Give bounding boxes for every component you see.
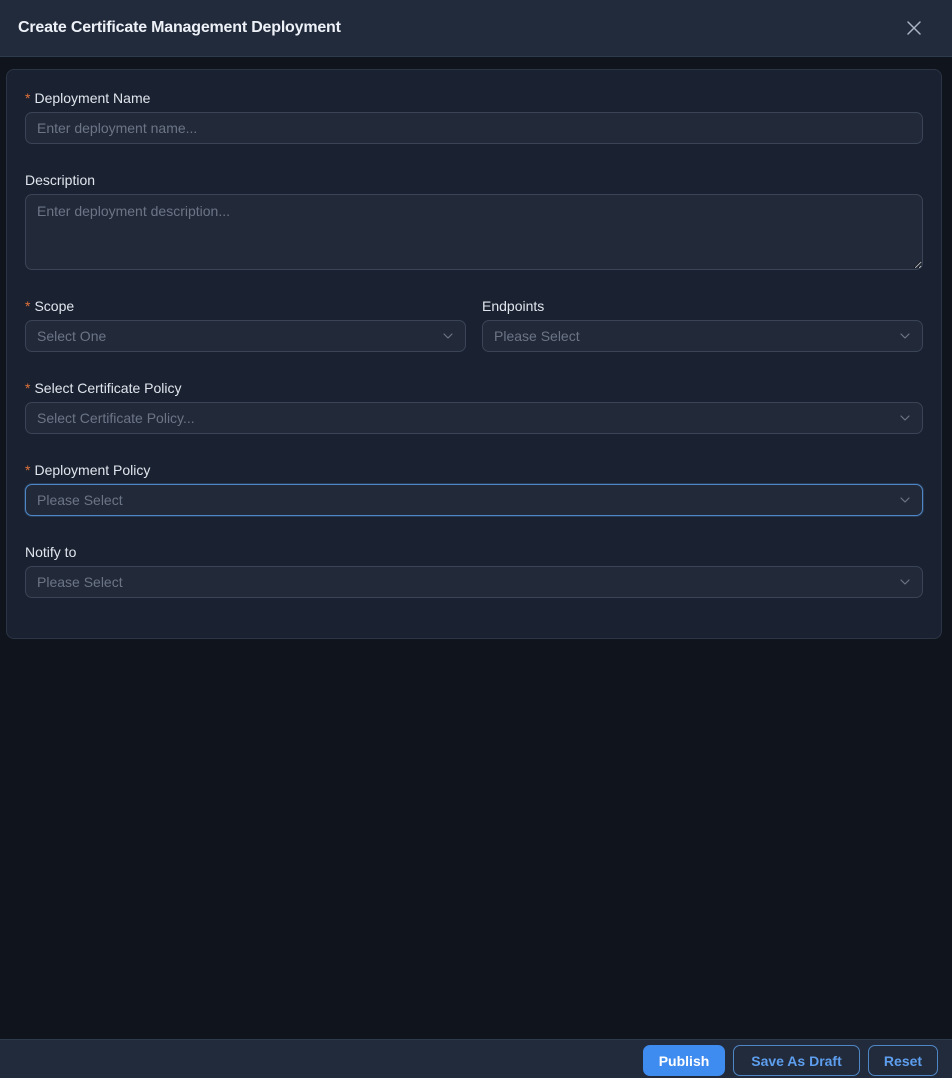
required-mark: * <box>25 298 31 314</box>
label-text: Notify to <box>25 544 77 560</box>
certificate-policy-select[interactable]: Select Certificate Policy... <box>25 402 923 434</box>
notify-to-select[interactable]: Please Select <box>25 566 923 598</box>
label-text: Deployment Policy <box>34 462 151 478</box>
chevron-down-icon <box>443 333 453 339</box>
publish-button[interactable]: Publish <box>643 1045 725 1076</box>
deployment-policy-select[interactable]: Please Select <box>25 484 923 516</box>
deployment-name-input[interactable] <box>25 112 923 144</box>
label-text: Endpoints <box>482 298 545 314</box>
chevron-down-icon <box>900 415 910 421</box>
close-button[interactable] <box>906 20 922 36</box>
scope-label: * Scope <box>25 297 74 315</box>
chevron-down-icon <box>900 579 910 585</box>
dialog: Create Certificate Management Deployment… <box>0 0 952 1078</box>
required-mark: * <box>25 380 31 396</box>
notify-to-label: Notify to <box>25 543 76 561</box>
deployment-form: *Deployment Name Description *Scope Sele… <box>6 69 942 639</box>
notify-to-placeholder: Please Select <box>37 574 123 590</box>
endpoints-select[interactable]: Please Select <box>482 320 923 352</box>
required-mark: * <box>25 462 31 478</box>
deployment-name-label: * Deployment Name <box>25 89 150 107</box>
label-text: Description <box>25 172 96 188</box>
dialog-footer: Publish Save As Draft Reset <box>0 1039 952 1078</box>
endpoints-placeholder: Please Select <box>494 328 580 344</box>
dialog-header: Create Certificate Management Deployment <box>0 0 952 57</box>
chevron-down-icon <box>900 333 910 339</box>
certificate-policy-label: * Select Certificate Policy <box>25 379 182 397</box>
close-icon <box>907 21 921 35</box>
scope-placeholder: Select One <box>37 328 107 344</box>
label-text: Deployment Name <box>34 90 151 106</box>
endpoints-label: Endpoints <box>482 297 544 315</box>
certificate-policy-placeholder: Select Certificate Policy... <box>37 410 195 426</box>
description-label: Description <box>25 171 95 189</box>
label-text: Select Certificate Policy <box>34 380 182 396</box>
scope-select[interactable]: Select One <box>25 320 466 352</box>
reset-button[interactable]: Reset <box>868 1045 938 1076</box>
description-textarea[interactable] <box>25 194 923 270</box>
deployment-policy-label: * Deployment Policy <box>25 461 150 479</box>
label-text: Scope <box>34 298 75 314</box>
chevron-down-icon <box>900 497 910 503</box>
required-mark: * <box>25 90 31 106</box>
deployment-policy-placeholder: Please Select <box>37 492 123 508</box>
dialog-title: Create Certificate Management Deployment <box>18 19 341 36</box>
save-as-draft-button[interactable]: Save As Draft <box>733 1045 860 1076</box>
